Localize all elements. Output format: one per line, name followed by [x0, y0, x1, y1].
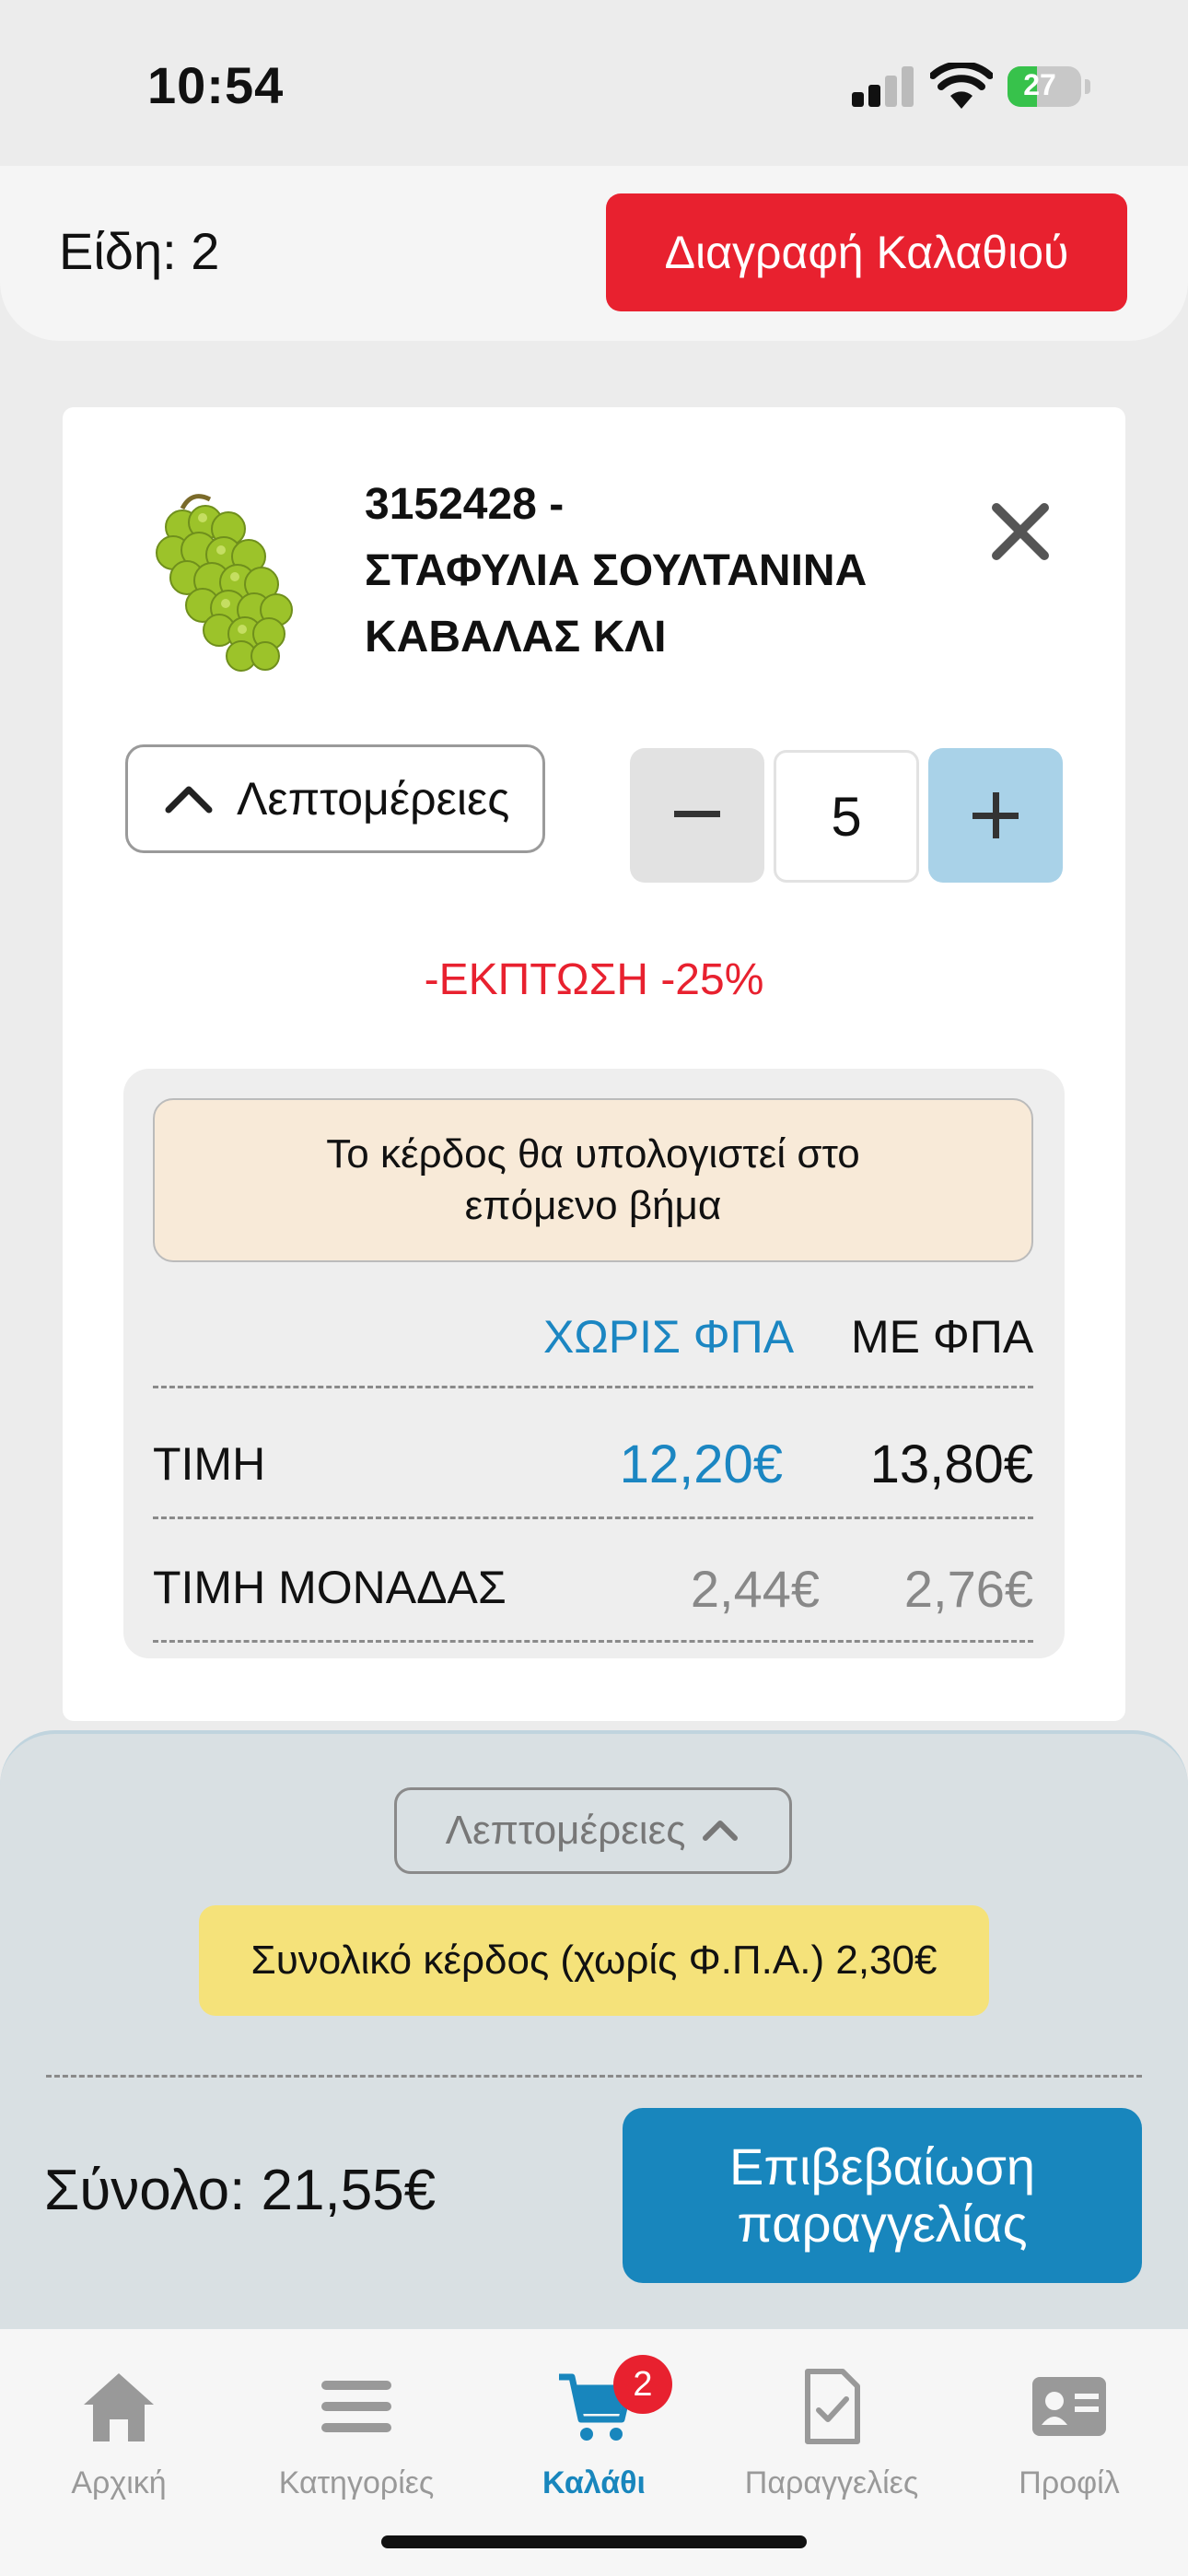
header-with-vat: ΜΕ ΦΠΑ — [851, 1311, 1034, 1363]
total-profit-badge: Συνολικό κέρδος (χωρίς Φ.Π.Α.) 2,30€ — [199, 1905, 989, 2016]
quantity-decrease-button[interactable] — [630, 748, 764, 883]
price-with-vat: 13,80€ — [869, 1434, 1033, 1494]
confirm-order-button[interactable]: Επιβεβαίωση παραγγελίας — [623, 2108, 1142, 2283]
product-title: 3152428 - ΣΤΑΦΥΛΙΑ ΣΟΥΛΤΑΝΙΝΑ ΚΑΒΑΛΑΣ ΚΛ… — [365, 472, 936, 671]
tab-profile-label: Προφίλ — [1019, 2465, 1120, 2500]
tab-profile[interactable]: Προφίλ — [950, 2348, 1188, 2523]
tab-cart-label: Καλάθι — [542, 2465, 646, 2500]
grand-total: Σύνολο: 21,55€ — [44, 2159, 437, 2222]
tab-categories[interactable]: Κατηγορίες — [238, 2348, 475, 2523]
unit-price-row-label: ΤΙΜΗ ΜΟΝΑΔΑΣ — [153, 1562, 507, 1613]
tab-home[interactable]: Αρχική — [0, 2348, 238, 2523]
quantity-increase-button[interactable] — [928, 748, 1063, 883]
clear-cart-button[interactable]: Διαγραφή Καλαθιού — [606, 193, 1127, 311]
grapes-product-image — [156, 494, 293, 672]
header-without-vat: ΧΩΡΙΣ ΦΠΑ — [543, 1311, 795, 1363]
unit-price-with-vat: 2,76€ — [903, 1560, 1033, 1618]
cart-header: Είδη: 2 Διαγραφή Καλαθιού — [0, 166, 1188, 341]
status-bar: 10:54 27 — [0, 0, 1188, 166]
profile-card-icon — [1032, 2377, 1106, 2436]
tab-cart[interactable]: 2 Καλάθι — [475, 2348, 713, 2523]
chevron-up-icon — [165, 786, 213, 814]
divider — [153, 1386, 1033, 1388]
quantity-input[interactable]: 5 — [774, 750, 919, 883]
items-count: Είδη: 2 — [59, 222, 220, 280]
price-breakdown: Το κέρδος θα υπολογιστεί στο επόμενο βήμ… — [123, 1069, 1065, 1658]
orders-icon — [805, 2369, 860, 2444]
home-icon — [84, 2373, 154, 2441]
product-code: 3152428 - — [365, 480, 565, 529]
tab-home-label: Αρχική — [71, 2465, 167, 2500]
item-details-label: Λεπτομέρειες — [237, 773, 510, 825]
item-details-toggle[interactable]: Λεπτομέρειες — [125, 744, 545, 853]
tab-orders-label: Παραγγελίες — [744, 2465, 919, 2500]
product-name-line-2: ΚΑΒΑΛΑΣ ΚΛΙ — [365, 613, 667, 662]
cart-count-badge: 2 — [613, 2355, 672, 2414]
home-indicator — [381, 2535, 807, 2548]
plus-icon — [973, 792, 1019, 838]
tab-orders[interactable]: Παραγγελίες — [713, 2348, 950, 2523]
divider — [153, 1640, 1033, 1643]
chevron-up-icon — [703, 1821, 739, 1841]
remove-item-close-icon[interactable] — [984, 495, 1057, 568]
wifi-icon — [930, 63, 993, 109]
cart-item-card: 3152428 - ΣΤΑΦΥΛΙΑ ΣΟΥΛΤΑΝΙΝΑ ΚΑΒΑΛΑΣ ΚΛ… — [63, 407, 1125, 1721]
divider — [46, 2075, 1142, 2078]
cellular-signal-icon — [852, 66, 914, 107]
divider — [153, 1516, 1033, 1519]
battery-icon: 27 — [1007, 66, 1090, 107]
price-row-label: ΤΙΜΗ — [153, 1438, 266, 1490]
tab-categories-label: Κατηγορίες — [278, 2465, 435, 2500]
minus-icon — [674, 811, 720, 817]
summary-details-label: Λεπτομέρειες — [445, 1808, 686, 1853]
discount-label: -ΕΚΠΤΩΣΗ -25% — [424, 955, 764, 1004]
product-name-line-1: ΣΤΑΦΥΛΙΑ ΣΟΥΛΤΑΝΙΝΑ — [365, 546, 868, 595]
menu-icon — [321, 2381, 391, 2432]
unit-price-without-vat: 2,44€ — [690, 1560, 820, 1618]
price-without-vat: 12,20€ — [619, 1434, 783, 1494]
order-summary-panel: Λεπτομέρειες Συνολικό κέρδος (χωρίς Φ.Π.… — [0, 1730, 1188, 2329]
profit-note: Το κέρδος θα υπολογιστεί στο επόμενο βήμ… — [153, 1098, 1033, 1262]
status-time: 10:54 — [147, 56, 285, 114]
battery-level: 27 — [1023, 68, 1056, 101]
summary-details-toggle[interactable]: Λεπτομέρειες — [394, 1787, 792, 1874]
